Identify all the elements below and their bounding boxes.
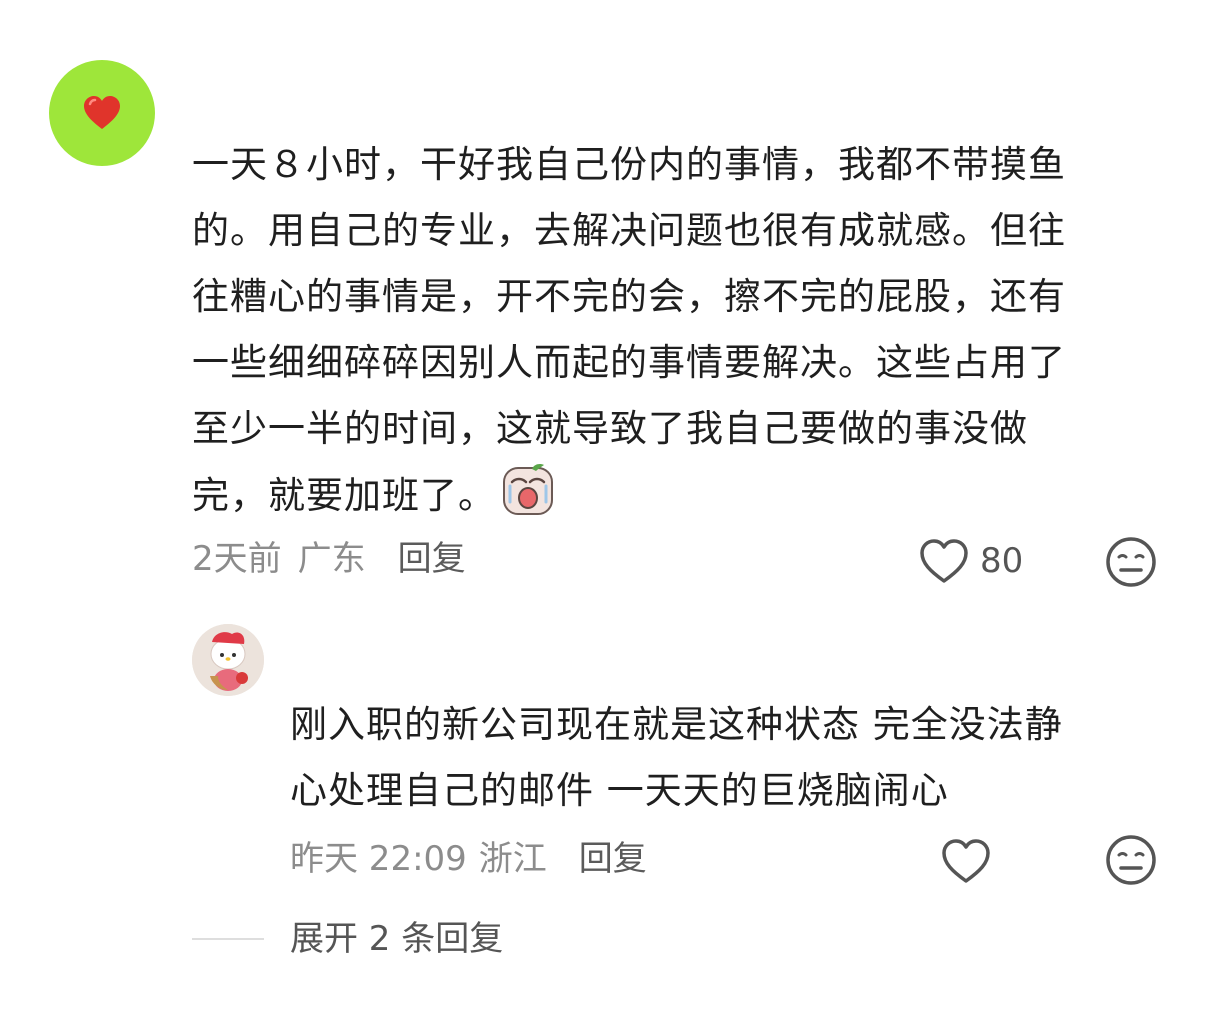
crying-sticker-icon [503, 464, 553, 515]
comment-time: 2天前 [192, 539, 282, 579]
comment-line: 一些细细碎碎因别人而起的事情要解决。这些占用了 [192, 341, 1066, 384]
reply-dislike-face-icon[interactable] [1105, 834, 1157, 886]
dislike-face-icon[interactable] [1105, 536, 1157, 588]
reply-location: 浙江 [478, 839, 547, 879]
reply-meta: 昨天 22:09 浙江 回复 [290, 836, 647, 882]
reply-text: 刚入职的新公司现在就是这种状态 完全没法静 心处理自己的邮件 一天天的巨烧脑闹心 [290, 692, 1170, 824]
heart-icon [84, 96, 120, 129]
comment-line: 的。用自己的专业，去解决问题也很有成就感。但往 [192, 209, 1066, 252]
user-avatar[interactable] [49, 60, 155, 166]
reply-reply-button[interactable]: 回复 [579, 836, 647, 882]
comment-line: 一天８小时，干好我自己份内的事情，我都不带摸鱼 [192, 143, 1066, 186]
comment-line-last: 完，就要加班了。 [192, 462, 1167, 529]
expand-replies-button[interactable]: 展开 2 条回复 [290, 916, 503, 962]
comment-line: 至少一半的时间，这就导致了我自己要做的事没做 [192, 407, 1028, 450]
expand-divider [192, 938, 264, 940]
hello-kitty-avatar-icon [192, 624, 264, 696]
reply-button[interactable]: 回复 [398, 536, 466, 582]
reply-user-avatar[interactable] [192, 624, 264, 696]
comment-text: 一天８小时，干好我自己份内的事情，我都不带摸鱼 的。用自己的专业，去解决问题也很… [192, 132, 1167, 529]
like-count: 80 [980, 541, 1024, 581]
reply-like-button[interactable] [940, 836, 992, 886]
reply-time: 昨天 22:09 [290, 839, 467, 879]
comment-location: 广东 [297, 539, 366, 579]
comment-line: 往糟心的事情是，开不完的会，擦不完的屁股，还有 [192, 275, 1066, 318]
comment-thread: 一天８小时，干好我自己份内的事情，我都不带摸鱼 的。用自己的专业，去解决问题也很… [0, 0, 1206, 1018]
like-button[interactable]: 80 [918, 536, 1023, 586]
reply-line: 心处理自己的邮件 一天天的巨烧脑闹心 [290, 769, 949, 812]
heart-outline-icon [920, 539, 968, 583]
comment-line: 完，就要加班了。 [192, 474, 496, 517]
reply-line: 刚入职的新公司现在就是这种状态 完全没法静 [290, 703, 1063, 746]
comment-meta: 2天前 广东 回复 [192, 536, 466, 582]
